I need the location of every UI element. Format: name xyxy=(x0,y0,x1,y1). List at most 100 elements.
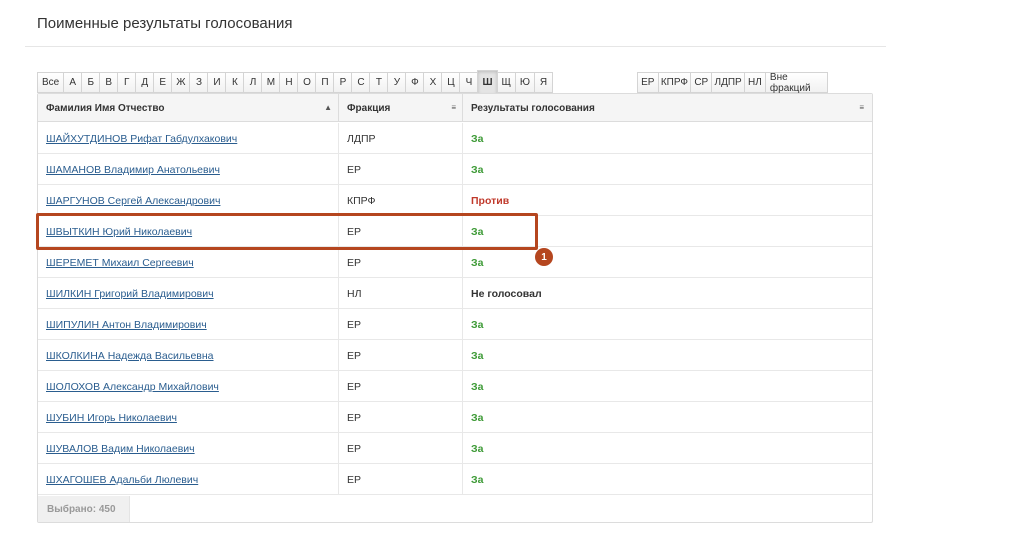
table-body: ШАЙХУТДИНОВ Рифат Габдулхакович ЛДПР За ШАМ… xyxy=(38,123,872,495)
letter-filter-button[interactable]: Р xyxy=(333,72,353,93)
deputy-name-link[interactable]: ШИПУЛИН Антон Владимирович xyxy=(46,319,207,331)
filter-bar: Все А Б В Г Д Е Ж З И К Л М Н О П Р С Т У Ф Х Ц Ч Ш Щ Ю Я ЕР КПРФ СР Л… xyxy=(37,70,829,95)
vote-result-cell: За xyxy=(471,411,484,424)
table-row: ШИЛКИН Григорий Владимирович НЛ Не голосов… xyxy=(38,278,872,309)
vote-result-cell: За xyxy=(471,132,484,145)
deputy-name-link[interactable]: ШИЛКИН Григорий Владимирович xyxy=(46,288,214,300)
deputy-name-link[interactable]: ШАМАНОВ Владимир Анатольевич xyxy=(46,164,220,176)
column-header-result-label: Результаты голосования xyxy=(471,102,595,114)
column-header-result[interactable]: Результаты голосования ≡ xyxy=(463,94,870,122)
table-row: ШОЛОХОВ Александр Михайлович ЕР За xyxy=(38,371,872,402)
faction-cell: ЕР xyxy=(339,464,463,495)
letter-filter-button[interactable]: Я xyxy=(534,72,554,93)
sortable-icon[interactable]: ≡ xyxy=(859,103,864,112)
faction-cell: ЛДПР xyxy=(339,123,463,154)
faction-cell: ЕР xyxy=(339,433,463,464)
name-cell: ШХАГОШЕВ Адальби Люлевич xyxy=(38,464,339,495)
letter-filter-button[interactable]: Б xyxy=(81,72,101,93)
letter-filter-button[interactable]: Д xyxy=(135,72,155,93)
deputy-name-link[interactable]: ШКОЛКИНА Надежда Васильевна xyxy=(46,350,214,362)
faction-cell: ЕР xyxy=(339,216,463,247)
deputy-name-link[interactable]: ШУВАЛОВ Вадим Николаевич xyxy=(46,443,195,455)
faction-filter-button[interactable]: Вне фракций xyxy=(764,72,829,94)
letter-filter-button[interactable]: З xyxy=(189,72,209,93)
name-cell: ШВЫТКИН Юрий Николаевич xyxy=(38,216,339,247)
deputy-name-link[interactable]: ШУБИН Игорь Николаевич xyxy=(46,412,177,424)
name-cell: ШОЛОХОВ Александр Михайлович xyxy=(38,371,339,402)
letter-filter-button[interactable]: П xyxy=(315,72,335,93)
name-cell: ШУВАЛОВ Вадим Николаевич xyxy=(38,433,339,464)
letter-filter-button[interactable]: К xyxy=(225,72,245,93)
sortable-icon[interactable]: ≡ xyxy=(451,103,456,112)
letter-filter-button[interactable]: В xyxy=(99,72,119,93)
faction-cell: ЕР xyxy=(339,402,463,433)
name-cell: ШАЙХУТДИНОВ Рифат Габдулхакович xyxy=(38,123,339,154)
vote-result-cell: За xyxy=(471,318,484,331)
sort-ascending-icon[interactable]: ▲ xyxy=(324,103,332,112)
votes-table: Фамилия Имя Отчество ▲ Фракция ≡ Результ… xyxy=(37,93,873,523)
vote-result-cell: За xyxy=(471,473,484,486)
table-row: ШАЙХУТДИНОВ Рифат Габдулхакович ЛДПР За xyxy=(38,123,872,154)
letter-filter-button[interactable]: У xyxy=(387,72,407,93)
letter-filter-button[interactable]: О xyxy=(297,72,317,93)
letter-filter-button[interactable]: Все xyxy=(37,72,65,93)
letter-filter-button[interactable]: И xyxy=(207,72,227,93)
vote-result-cell: За xyxy=(471,163,484,176)
faction-filter-group: ЕР КПРФ СР ЛДПР НЛ Вне фракций xyxy=(637,72,829,94)
deputy-name-link[interactable]: ШВЫТКИН Юрий Николаевич xyxy=(46,226,192,238)
name-cell: ШИЛКИН Григорий Владимирович xyxy=(38,278,339,309)
vote-result-cell: За xyxy=(471,256,484,269)
column-header-name-label: Фамилия Имя Отчество xyxy=(46,102,165,114)
faction-filter-button[interactable]: ЕР xyxy=(637,72,659,93)
vote-result-cell: Против xyxy=(471,194,510,207)
deputy-name-link[interactable]: ШЕРЕМЕТ Михаил Сергеевич xyxy=(46,257,194,269)
vote-result-cell: За xyxy=(471,225,484,238)
table-row: ШХАГОШЕВ Адальби Люлевич ЕР За xyxy=(38,464,872,495)
faction-filter-button[interactable]: ЛДПР xyxy=(711,72,745,93)
letter-filter-group: Все А Б В Г Д Е Ж З И К Л М Н О П Р С Т У Ф Х Ц Ч Ш Щ Ю Я xyxy=(37,70,554,95)
faction-cell: ЕР xyxy=(339,309,463,340)
faction-cell: ЕР xyxy=(339,340,463,371)
selected-count: Выбрано: 450 xyxy=(38,496,130,522)
letter-filter-button[interactable]: Ф xyxy=(405,72,425,93)
letter-filter-button[interactable]: Ш xyxy=(477,70,498,95)
faction-filter-button[interactable]: СР xyxy=(690,72,713,93)
vote-result-cell: Не голосовал xyxy=(471,287,542,300)
faction-cell: ЕР xyxy=(339,154,463,185)
letter-filter-button[interactable]: Н xyxy=(279,72,299,93)
name-cell: ШАМАНОВ Владимир Анатольевич xyxy=(38,154,339,185)
column-header-faction[interactable]: Фракция ≡ xyxy=(339,94,463,122)
page-title: Поименные результаты голосования xyxy=(37,15,293,32)
deputy-name-link[interactable]: ШХАГОШЕВ Адальби Люлевич xyxy=(46,474,198,486)
column-header-faction-label: Фракция xyxy=(347,102,391,114)
letter-filter-button[interactable]: Г xyxy=(117,72,137,93)
faction-filter-button[interactable]: НЛ xyxy=(743,72,766,93)
letter-filter-button[interactable]: Щ xyxy=(496,72,516,93)
letter-filter-button[interactable]: Ж xyxy=(171,72,191,93)
table-row: ШАМАНОВ Владимир Анатольевич ЕР За xyxy=(38,154,872,185)
vote-result-cell: За xyxy=(471,442,484,455)
letter-filter-button[interactable]: Ц xyxy=(441,72,461,93)
column-header-name[interactable]: Фамилия Имя Отчество ▲ xyxy=(38,94,339,122)
faction-filter-button[interactable]: КПРФ xyxy=(657,72,692,93)
letter-filter-button[interactable]: М xyxy=(261,72,281,93)
letter-filter-button[interactable]: А xyxy=(63,72,83,93)
table-row: ШВЫТКИН Юрий Николаевич ЕР За xyxy=(38,216,872,247)
letter-filter-button[interactable]: Е xyxy=(153,72,173,93)
letter-filter-button[interactable]: С xyxy=(351,72,371,93)
letter-filter-button[interactable]: Х xyxy=(423,72,443,93)
letter-filter-button[interactable]: Л xyxy=(243,72,263,93)
faction-cell: ЕР xyxy=(339,371,463,402)
table-header: Фамилия Имя Отчество ▲ Фракция ≡ Результ… xyxy=(38,94,872,122)
deputy-name-link[interactable]: ШОЛОХОВ Александр Михайлович xyxy=(46,381,219,393)
letter-filter-button[interactable]: Ч xyxy=(459,72,479,93)
deputy-name-link[interactable]: ШАЙХУТДИНОВ Рифат Габдулхакович xyxy=(46,133,237,145)
table-row: ШИПУЛИН Антон Владимирович ЕР За xyxy=(38,309,872,340)
table-row: ШУБИН Игорь Николаевич ЕР За xyxy=(38,402,872,433)
name-cell: ШУБИН Игорь Николаевич xyxy=(38,402,339,433)
letter-filter-button[interactable]: Т xyxy=(369,72,389,93)
letter-filter-button[interactable]: Ю xyxy=(514,72,536,93)
name-cell: ШИПУЛИН Антон Владимирович xyxy=(38,309,339,340)
table-row: ШАРГУНОВ Сергей Александрович КПРФ Против xyxy=(38,185,872,216)
deputy-name-link[interactable]: ШАРГУНОВ Сергей Александрович xyxy=(46,195,220,207)
